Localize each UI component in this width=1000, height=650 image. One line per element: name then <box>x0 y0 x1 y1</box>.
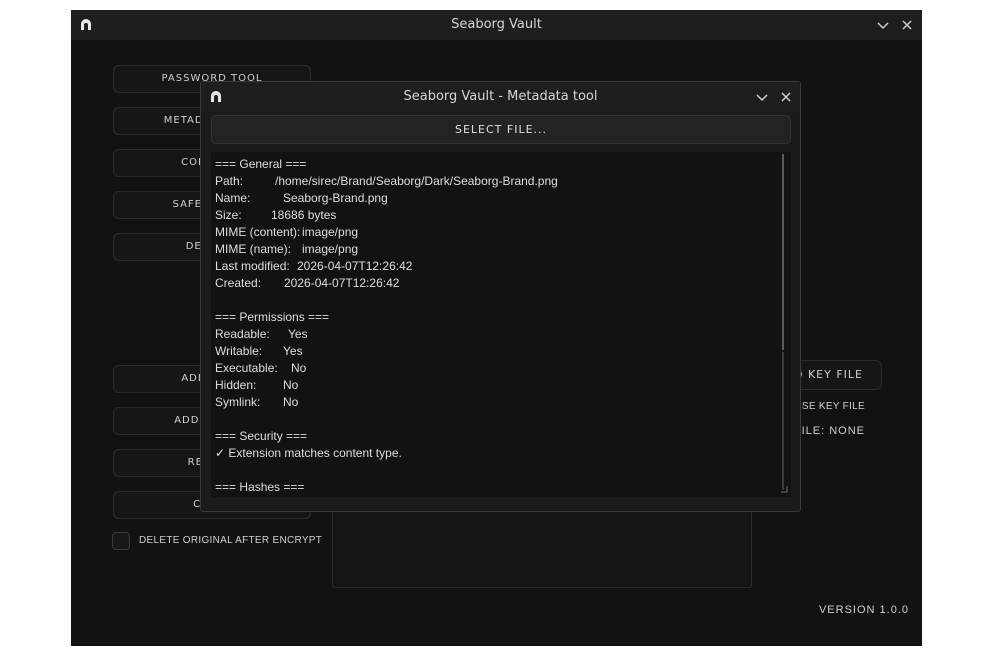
symlink-value: No <box>283 395 299 409</box>
general-header: === General === <box>215 157 307 171</box>
mime-content-value: image/png <box>302 225 359 239</box>
security-header: === Security === <box>215 429 308 443</box>
scrollbar-thumb[interactable] <box>782 154 784 350</box>
size-label: Size: <box>215 208 242 222</box>
delete-original-checkbox[interactable] <box>112 532 130 550</box>
delete-original-label: DELETE ORIGINAL AFTER ENCRYPT <box>139 535 323 546</box>
close-icon[interactable] <box>900 18 914 32</box>
writable-value: Yes <box>283 344 303 358</box>
dialog-title: Seaborg Vault - Metadata tool <box>403 89 598 104</box>
size-value: 18686 bytes <box>271 208 337 222</box>
executable-value: No <box>291 361 307 375</box>
created-label: Created: <box>215 276 262 290</box>
readable-value: Yes <box>288 327 308 341</box>
mime-name-label: MIME (name): <box>215 242 292 256</box>
dialog-minimize-chevron-icon[interactable] <box>755 90 769 104</box>
metadata-tool-dialog: Seaborg Vault - Metadata tool SELECT FIL… <box>200 81 801 512</box>
hidden-value: No <box>283 378 299 392</box>
resize-grip-icon[interactable] <box>780 485 788 493</box>
scrollbar-track[interactable] <box>782 352 784 490</box>
mime-content-label: MIME (content): <box>215 225 301 239</box>
created-value: 2026-04-07T12:26:42 <box>284 276 400 290</box>
dialog-titlebar: Seaborg Vault - Metadata tool <box>201 82 800 112</box>
symlink-label: Symlink: <box>215 395 261 409</box>
permissions-header: === Permissions === <box>215 310 330 324</box>
path-value: /home/sirec/Brand/Seaborg/Dark/Seaborg-B… <box>275 174 558 188</box>
mime-name-value: image/png <box>302 242 359 256</box>
output-scrollbar[interactable] <box>779 152 789 497</box>
name-label: Name: <box>215 191 251 205</box>
minimize-chevron-icon[interactable] <box>876 18 890 32</box>
main-window-title: Seaborg Vault <box>451 17 542 32</box>
select-file-button[interactable]: SELECT FILE... <box>211 115 791 144</box>
writable-label: Writable: <box>215 344 263 358</box>
metadata-output[interactable]: === General === Path: /home/sirec/Brand/… <box>211 152 791 497</box>
last-modified-value: 2026-04-07T12:26:42 <box>297 259 413 273</box>
name-value: Seaborg-Brand.png <box>283 191 388 205</box>
path-label: Path: <box>215 174 244 188</box>
security-check-line: ✓ Extension matches content type. <box>215 446 402 460</box>
last-modified-label: Last modified: <box>215 259 290 273</box>
readable-label: Readable: <box>215 327 270 341</box>
hidden-label: Hidden: <box>215 378 257 392</box>
dialog-close-icon[interactable] <box>779 90 793 104</box>
version-label: VERSION 1.0.0 <box>818 604 909 616</box>
hashes-header: === Hashes === <box>215 480 305 494</box>
main-titlebar: Seaborg Vault <box>71 10 922 40</box>
executable-label: Executable: <box>215 361 278 375</box>
